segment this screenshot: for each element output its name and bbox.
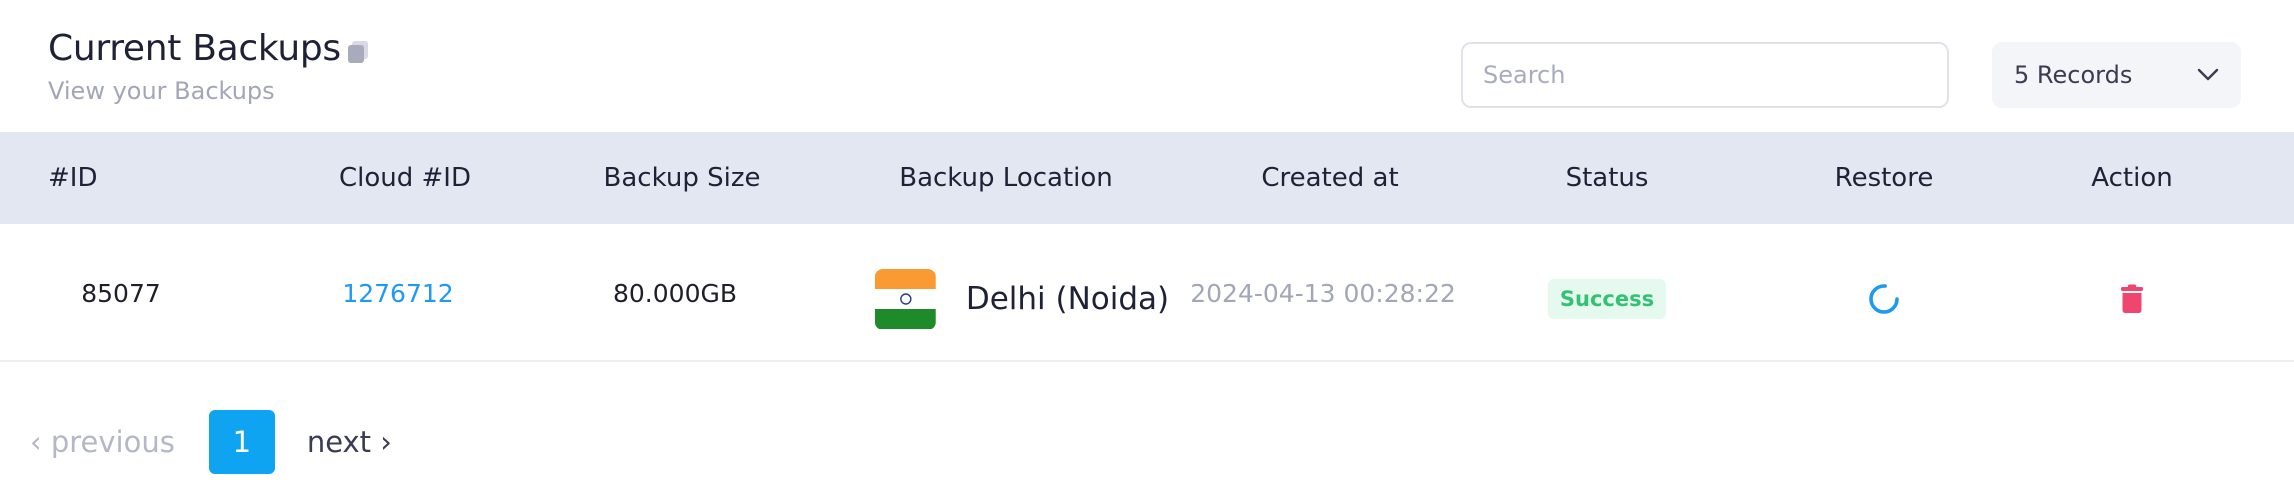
column-header-cloud-id: Cloud #ID: [338, 163, 472, 193]
records-select[interactable]: 5 Records: [1992, 42, 2241, 108]
table-header: #ID Cloud #ID Backup Size Backup Locatio…: [0, 132, 2294, 224]
page-title-row: Current Backups: [48, 28, 371, 69]
copy-icon[interactable]: [345, 39, 371, 65]
cloud-id-link[interactable]: 1276712: [342, 279, 453, 308]
location-label: Delhi (Noida): [965, 281, 1170, 317]
column-header-backup-location: Backup Location: [899, 163, 1113, 193]
page-title: Current Backups: [48, 28, 341, 69]
column-header-status: Status: [1565, 163, 1649, 193]
backup-location: Delhi (Noida): [874, 230, 1170, 368]
column-header-id: #ID: [48, 163, 98, 193]
page-header: Current Backups View your Backups: [48, 28, 371, 105]
page-1-button[interactable]: 1: [208, 410, 275, 474]
next-page-link[interactable]: next ›: [307, 425, 392, 459]
column-header-backup-size: Backup Size: [603, 163, 761, 193]
status-badge: Success: [1547, 279, 1667, 319]
table-row: 85077 1276712 80.000GB Delhi (Noida) 202…: [0, 224, 2294, 362]
column-header-restore: Restore: [1834, 163, 1934, 193]
created-at: 2024-04-13 00:28:22: [1190, 278, 1456, 308]
page-subtitle: View your Backups: [48, 77, 275, 105]
restore-spinner-icon[interactable]: [1866, 281, 1902, 317]
column-header-created-at: Created at: [1261, 163, 1399, 193]
india-flag-icon: [874, 268, 936, 330]
column-header-action: Action: [2091, 163, 2173, 193]
records-select-value: 5 Records: [2014, 61, 2133, 89]
backup-size: 80.000GB: [613, 278, 737, 308]
backup-id: 85077: [81, 278, 161, 308]
pagination: ‹ previous 1 next ›: [30, 410, 392, 474]
previous-page-link[interactable]: ‹ previous: [30, 425, 175, 459]
trash-icon[interactable]: [2120, 284, 2144, 314]
search-input[interactable]: [1461, 42, 1949, 108]
chevron-down-icon: [2197, 68, 2219, 81]
